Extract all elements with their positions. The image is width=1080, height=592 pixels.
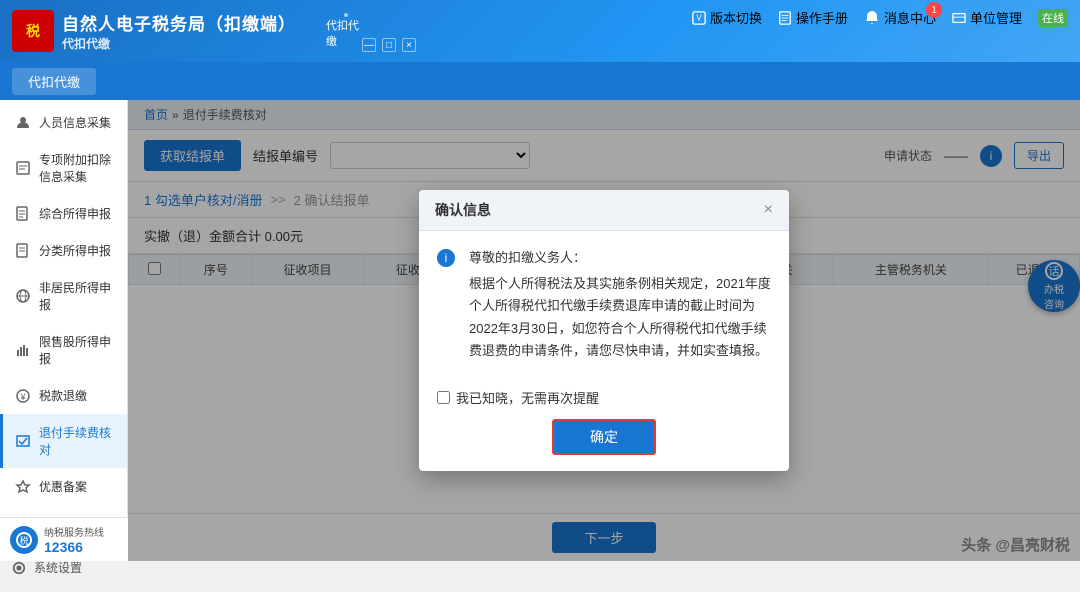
sidebar-item-label-special: 专项附加扣除信息采集 xyxy=(39,151,115,185)
unit-management-label: 单位管理 xyxy=(970,8,1022,27)
modal: 确认信息 × i 尊敬的扣缴义务人： 根据个人所得税法及其实施条例相关规定，20… xyxy=(419,190,789,470)
logo-icon: 税 xyxy=(12,10,54,52)
operation-manual-btn[interactable]: 操作手册 xyxy=(778,8,848,27)
window-controls: — □ × xyxy=(362,38,416,52)
nav-icon-group[interactable]: 代扣代缴 xyxy=(326,13,366,49)
modal-info-icon: i xyxy=(437,249,455,267)
sidebar-item-label-category: 分类所得申报 xyxy=(39,242,111,259)
svg-text:税: 税 xyxy=(26,23,40,40)
operation-manual-label: 操作手册 xyxy=(796,8,848,27)
modal-header: 确认信息 × xyxy=(419,190,789,231)
service-number: 12366 xyxy=(44,539,104,555)
unit-management-btn[interactable]: 单位管理 xyxy=(952,8,1022,27)
sidebar-item-label-resident: 非居民所得申报 xyxy=(39,279,115,313)
version-switch-btn[interactable]: V 版本切换 xyxy=(692,8,762,27)
app-logo: 税 自然人电子税务局（扣缴端） 代扣代缴 xyxy=(12,10,296,52)
svg-text:V: V xyxy=(696,13,702,22)
sidebar-item-label-refund: 税款退缴 xyxy=(39,387,87,404)
content-area: 首页 » 退付手续费核对 获取结报单 结报单编号 申请状态 —— i 导出 1 … xyxy=(128,100,1080,561)
bottom-logo: 税 纳税服务热线 12366 xyxy=(0,517,128,561)
modal-checkbox-row: 我已知晓，无需再次提醒 xyxy=(419,378,789,407)
second-bar-active-item[interactable]: 代扣代缴 xyxy=(12,68,96,95)
modal-body: i 尊敬的扣缴义务人： 根据个人所得税法及其实施条例相关规定，2021年度个人所… xyxy=(419,231,789,377)
no-remind-checkbox[interactable] xyxy=(437,391,450,404)
second-bar-label: 代扣代缴 xyxy=(28,75,80,90)
nav-icon-label: 代扣代缴 xyxy=(326,17,366,49)
sidebar-item-favorites[interactable]: 优惠备案 xyxy=(0,468,127,505)
app-title-group: 自然人电子税务局（扣缴端） 代扣代缴 xyxy=(62,10,296,52)
nav-icon[interactable]: 代扣代缴 xyxy=(326,13,366,49)
svg-text:税: 税 xyxy=(19,535,28,546)
sidebar-item-category[interactable]: 分类所得申报 xyxy=(0,232,127,269)
sidebar-item-comprehensive[interactable]: 综合所得申报 xyxy=(0,195,127,232)
modal-title: 确认信息 xyxy=(435,200,491,220)
minimize-btn[interactable]: — xyxy=(362,38,376,52)
modal-footer: 确定 xyxy=(419,407,789,471)
close-btn[interactable]: × xyxy=(402,38,416,52)
modal-greeting: 尊敬的扣缴义务人： xyxy=(469,247,771,269)
version-switch-label: 版本切换 xyxy=(710,8,762,27)
modal-content: 根据个人所得税法及其实施条例相关规定，2021年度个人所得税代扣代缴手续费退库申… xyxy=(469,273,771,361)
topbar-right: V 版本切换 操作手册 1 消息中心 单位管理 在线 xyxy=(692,8,1068,27)
sidebar-item-resident[interactable]: 非居民所得申报 xyxy=(0,269,127,323)
modal-confirm-btn[interactable]: 确定 xyxy=(552,419,656,455)
sidebar-item-refund[interactable]: ¥ 税款退缴 xyxy=(0,377,127,414)
modal-overlay: 确认信息 × i 尊敬的扣缴义务人： 根据个人所得税法及其实施条例相关规定，20… xyxy=(128,100,1080,561)
restore-btn[interactable]: □ xyxy=(382,38,396,52)
modal-text: 尊敬的扣缴义务人： 根据个人所得税法及其实施条例相关规定，2021年度个人所得税… xyxy=(469,247,771,361)
second-bar: 代扣代缴 xyxy=(0,62,1080,100)
sidebar-item-label-fee: 退付手续费核对 xyxy=(39,424,115,458)
sidebar-item-limited[interactable]: 限售股所得申报 xyxy=(0,323,127,377)
modal-close-btn[interactable]: × xyxy=(764,202,773,218)
sidebar-item-special[interactable]: 专项附加扣除信息采集 xyxy=(0,141,127,195)
sidebar: 人员信息采集 专项附加扣除信息采集 综合所得申报 分类所得申报 非居民所得申报 … xyxy=(0,100,128,561)
app-subtitle: 代扣代缴 xyxy=(62,35,296,52)
svg-text:¥: ¥ xyxy=(19,392,26,402)
no-remind-label: 我已知晓，无需再次提醒 xyxy=(456,388,599,407)
main-layout: 人员信息采集 专项附加扣除信息采集 综合所得申报 分类所得申报 非居民所得申报 … xyxy=(0,100,1080,561)
service-label: 纳税服务热线 xyxy=(44,524,104,539)
sidebar-item-label-comprehensive: 综合所得申报 xyxy=(39,205,111,222)
top-bar: 税 自然人电子税务局（扣缴端） 代扣代缴 代扣代缴 V 版本切换 操作手册 1 … xyxy=(0,0,1080,62)
sidebar-item-label-favorites: 优惠备案 xyxy=(39,478,87,495)
sidebar-item-personnel[interactable]: 人员信息采集 xyxy=(0,104,127,141)
sidebar-item-fee[interactable]: 退付手续费核对 xyxy=(0,414,127,468)
message-center-btn[interactable]: 1 消息中心 xyxy=(864,8,936,27)
sidebar-item-label-personnel: 人员信息采集 xyxy=(39,114,111,131)
settings-label: 系统设置 xyxy=(34,559,82,576)
app-title: 自然人电子税务局（扣缴端） xyxy=(62,10,296,35)
online-badge: 在线 xyxy=(1038,9,1068,27)
service-logo-icon: 税 xyxy=(10,526,38,554)
sidebar-item-label-limited: 限售股所得申报 xyxy=(39,333,115,367)
message-badge: 1 xyxy=(926,2,942,18)
